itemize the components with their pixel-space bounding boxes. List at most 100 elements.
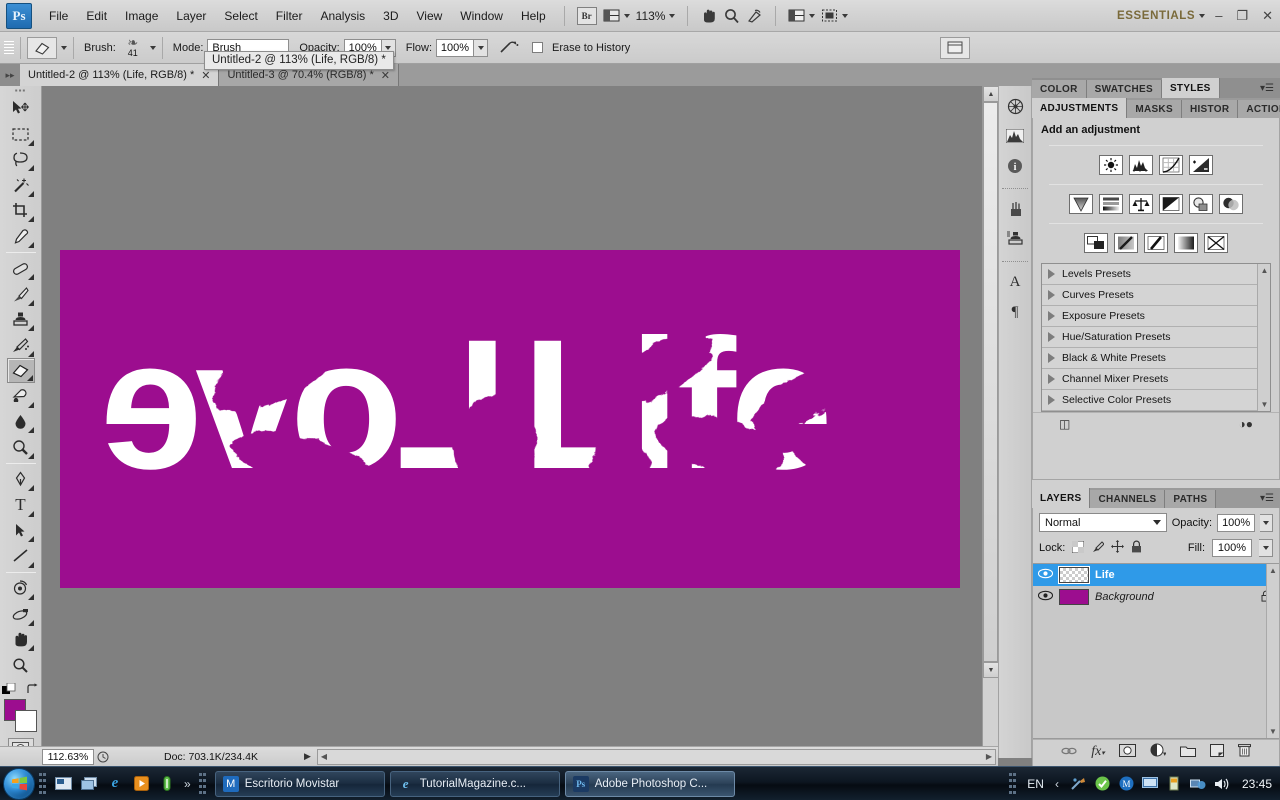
restore-button[interactable]: ❐ — [1229, 8, 1255, 24]
menu-select[interactable]: Select — [215, 5, 266, 27]
windows-start-icon[interactable] — [3, 767, 35, 800]
lock-all-icon[interactable] — [1131, 540, 1142, 556]
tab-paths[interactable]: PATHS — [1165, 490, 1217, 508]
app-icon[interactable] — [156, 773, 178, 795]
tab-masks[interactable]: MASKS — [1127, 100, 1182, 118]
zoom-level-display[interactable]: 113% — [633, 5, 679, 27]
hue-saturation-icon[interactable] — [1099, 194, 1123, 214]
tool-gradient[interactable] — [7, 383, 35, 409]
tool-hand[interactable] — [7, 627, 35, 653]
color-balance-icon[interactable] — [1129, 194, 1153, 214]
curves-icon[interactable] — [1159, 155, 1183, 175]
preset-black-white[interactable]: Black & White Presets — [1042, 348, 1270, 369]
scroll-down-icon[interactable]: ▼ — [1269, 727, 1277, 736]
new-group-icon[interactable] — [1179, 744, 1196, 760]
tab-swatches[interactable]: SWATCHES — [1086, 80, 1162, 98]
taskbar-clock[interactable]: 23:45 — [1242, 777, 1272, 791]
preset-levels[interactable]: Levels Presets — [1042, 264, 1270, 285]
tool-eyedropper[interactable] — [7, 223, 35, 249]
status-zoom-field[interactable]: 112.63% — [42, 748, 94, 765]
menu-edit[interactable]: Edit — [77, 5, 116, 27]
layer-visibility-icon[interactable] — [1037, 590, 1053, 604]
lock-transparency-icon[interactable] — [1071, 540, 1085, 556]
link-layers-icon[interactable] — [1061, 745, 1077, 759]
launch-bridge-button[interactable]: Br — [574, 5, 600, 27]
vibrance-icon[interactable] — [1069, 194, 1093, 214]
blend-mode-select[interactable]: Normal — [1039, 513, 1167, 532]
taskbar-button-tutorialmagazine[interactable]: e TutorialMagazine.c... — [389, 770, 560, 797]
gradient-map-icon[interactable] — [1174, 233, 1198, 253]
layer-fill-input[interactable]: 100% — [1212, 539, 1252, 557]
tab-untitled-2[interactable]: Untitled-2 @ 113% (Life, RGB/8) * ✕ — [20, 64, 220, 86]
character-panel-icon[interactable]: A — [1001, 268, 1029, 296]
brush-panel-icon[interactable] — [1001, 195, 1029, 223]
layer-opacity-input[interactable]: 100% — [1217, 513, 1256, 532]
canvas-vertical-scrollbar[interactable]: ▲ ▼ — [982, 86, 999, 746]
flow-input[interactable]: 100% — [436, 38, 475, 57]
preset-exposure[interactable]: Exposure Presets — [1042, 306, 1270, 327]
tools-panel-grip[interactable]: ▪▪▪ — [0, 86, 42, 96]
tool-line-shape[interactable] — [7, 543, 35, 569]
airbrush-toggle[interactable] — [496, 37, 522, 59]
network-icon[interactable] — [1190, 775, 1207, 792]
scroll-up-button[interactable]: ▲ — [983, 86, 999, 102]
histogram-icon[interactable] — [1001, 122, 1029, 150]
quick-launch-overflow[interactable]: » — [184, 777, 191, 791]
screen-mode-button[interactable] — [785, 5, 818, 27]
adjustment-presets-list[interactable]: Levels Presets Curves Presets Exposure P… — [1041, 263, 1271, 412]
layer-opacity-stepper[interactable] — [1260, 513, 1273, 532]
arrange-documents-button[interactable] — [818, 5, 851, 27]
erase-to-history-checkbox[interactable]: Erase to History — [532, 42, 634, 54]
tool-dodge[interactable] — [7, 434, 35, 460]
threshold-icon[interactable] — [1144, 233, 1168, 253]
tool-preset-chevron-icon[interactable] — [61, 45, 67, 50]
brush-preview[interactable]: ❧ 41 — [120, 36, 146, 58]
scroll-left-icon[interactable]: ◀ — [318, 752, 327, 761]
tray-language[interactable]: EN — [1027, 777, 1044, 791]
quick-launch-grip[interactable] — [39, 771, 46, 797]
clip-to-layer-icon[interactable]: ◑● — [1239, 417, 1254, 431]
tab-close-icon[interactable]: ✕ — [201, 69, 210, 82]
taskbar-grip[interactable] — [198, 771, 206, 797]
options-bar-grip[interactable] — [4, 37, 14, 59]
zoom-tool-button[interactable] — [720, 5, 743, 27]
swap-colors-icon[interactable] — [26, 683, 39, 695]
scroll-up-icon[interactable]: ▲ — [1269, 566, 1277, 575]
antivirus-icon[interactable] — [1094, 775, 1111, 792]
tool-rectangular-marquee[interactable] — [7, 121, 35, 147]
adjustment-layer-icon[interactable]: ▾ — [1150, 743, 1167, 760]
status-expand-arrow-icon[interactable]: ▶ — [304, 751, 311, 762]
show-desktop-icon[interactable] — [52, 773, 74, 795]
channel-mixer-icon[interactable] — [1219, 194, 1243, 214]
expand-view-icon[interactable]: ◫ — [1059, 417, 1070, 431]
tool-magic-wand[interactable] — [7, 172, 35, 198]
menu-filter[interactable]: Filter — [267, 5, 312, 27]
scroll-right-icon[interactable]: ▶ — [986, 752, 995, 761]
panel-menu-icon[interactable]: ▾☰ — [1254, 488, 1280, 508]
close-button[interactable]: ✕ — [1255, 8, 1280, 24]
layer-thumbnail[interactable] — [1059, 589, 1089, 605]
tray-grip[interactable] — [1009, 771, 1016, 797]
tab-styles[interactable]: STYLES — [1161, 78, 1220, 98]
menu-image[interactable]: Image — [116, 5, 167, 27]
tool-pen[interactable] — [7, 467, 35, 493]
movistar-tray-icon[interactable]: M — [1118, 775, 1135, 792]
hand-tool-button[interactable] — [697, 5, 720, 27]
document-canvas-area[interactable]: Love Life — [42, 86, 998, 746]
levels-icon[interactable] — [1129, 155, 1153, 175]
paragraph-panel-icon[interactable]: ¶ — [1001, 298, 1029, 326]
color-swatches[interactable] — [3, 698, 38, 732]
tab-actions[interactable]: ACTION — [1238, 100, 1280, 118]
scroll-up-icon[interactable]: ▲ — [1260, 266, 1269, 275]
tool-move[interactable] — [7, 96, 35, 122]
tool-lasso[interactable] — [7, 147, 35, 173]
brightness-contrast-icon[interactable] — [1099, 155, 1123, 175]
rotate-view-button[interactable] — [743, 5, 766, 27]
brush-picker-chevron-icon[interactable] — [149, 45, 156, 50]
tab-bar-grip[interactable]: ▸▸ — [0, 64, 20, 86]
posterize-icon[interactable] — [1114, 233, 1138, 253]
internet-explorer-icon[interactable]: e — [104, 773, 126, 795]
image-canvas[interactable]: Love Life — [60, 250, 960, 588]
tool-path-selection[interactable] — [7, 518, 35, 544]
lock-position-icon[interactable] — [1111, 540, 1125, 556]
